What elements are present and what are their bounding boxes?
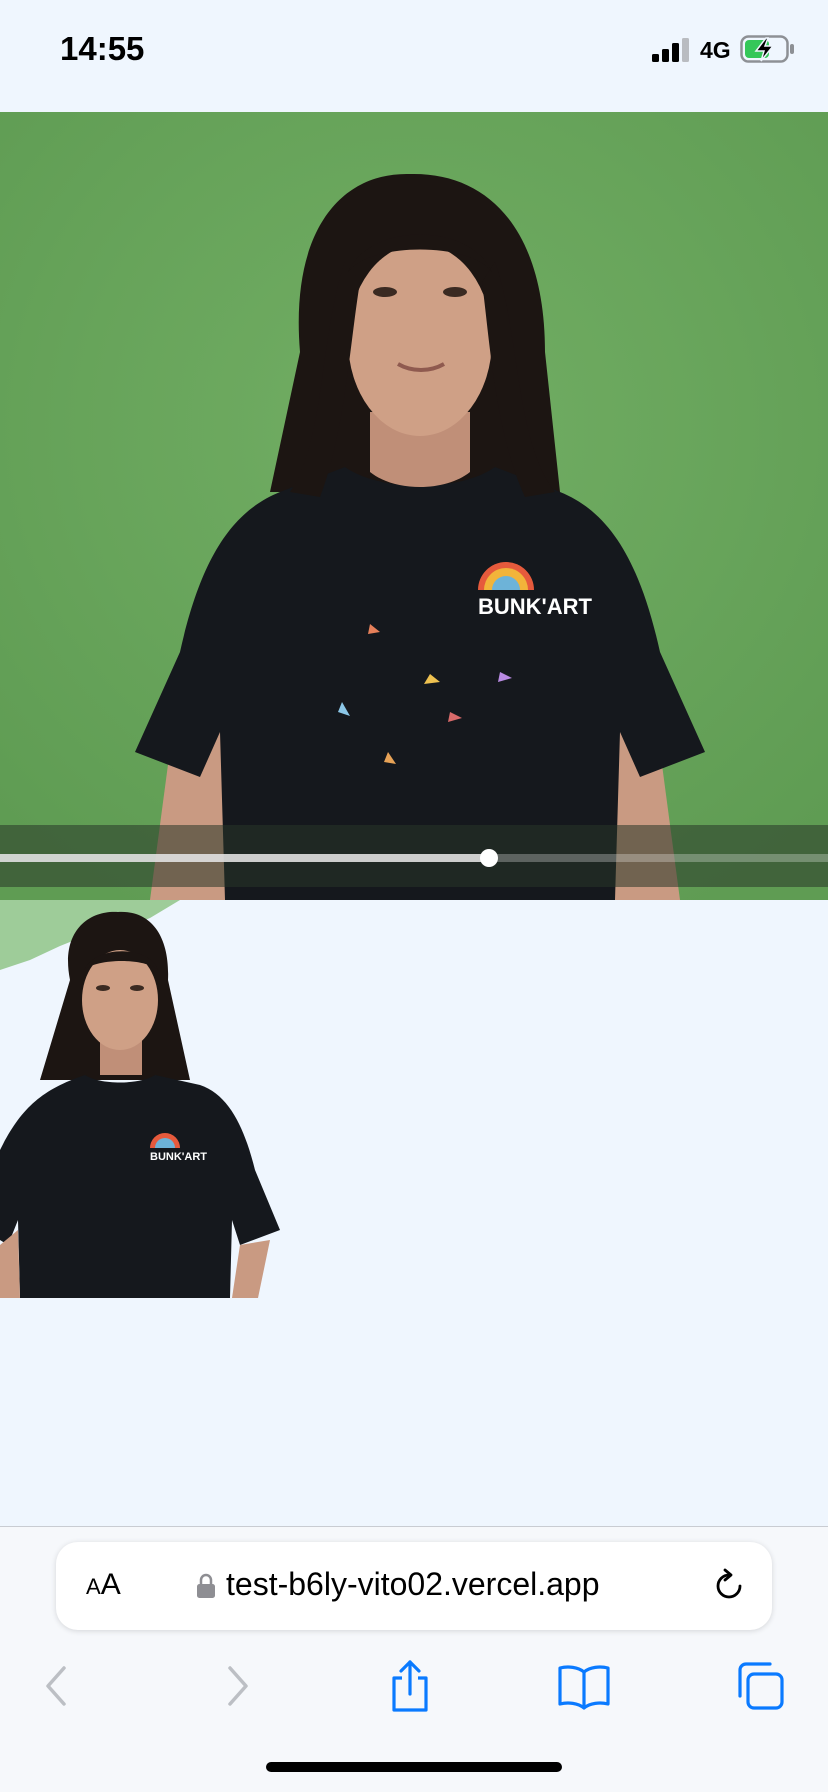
- tabs-icon[interactable]: [730, 1656, 790, 1716]
- chevron-left-icon[interactable]: [28, 1656, 88, 1716]
- book-icon[interactable]: [554, 1656, 614, 1716]
- network-type: 4G: [700, 37, 731, 63]
- status-time: 14:55: [60, 30, 145, 67]
- scrub-progress: [0, 854, 489, 862]
- status-bar: 14:55 4G: [0, 0, 828, 112]
- url-text[interactable]: test-b6ly-vito02.vercel.app: [226, 1566, 600, 1603]
- output-shirt-logo-text: BUNK'ART: [150, 1151, 207, 1163]
- video-player[interactable]: BUNK'ART: [0, 112, 828, 900]
- chevron-right-icon[interactable]: [206, 1656, 266, 1716]
- cellular-signal-icon: [652, 38, 689, 62]
- address-bar[interactable]: AA test-b6ly-vito02.vercel.app: [56, 1542, 772, 1630]
- battery-charging-icon: [740, 35, 794, 63]
- presenter-video-frame: BUNK'ART: [0, 112, 828, 900]
- scrub-thumb[interactable]: [479, 849, 498, 867]
- keyed-presenter-image: BUNK'ART: [0, 900, 280, 1298]
- scrub-track[interactable]: [0, 854, 828, 862]
- lock-icon: [197, 1573, 215, 1598]
- video-scrub-bar[interactable]: [0, 825, 828, 887]
- browser-toolbar: AA test-b6ly-vito02.vercel.app: [0, 1526, 828, 1792]
- home-indicator[interactable]: [266, 1762, 562, 1772]
- reload-icon[interactable]: [710, 1566, 748, 1606]
- share-icon[interactable]: [380, 1656, 440, 1716]
- text-size-button[interactable]: AA: [86, 1568, 121, 1602]
- chroma-key-output: BUNK'ART: [0, 900, 828, 1526]
- shirt-logo-text: BUNK'ART: [478, 594, 593, 619]
